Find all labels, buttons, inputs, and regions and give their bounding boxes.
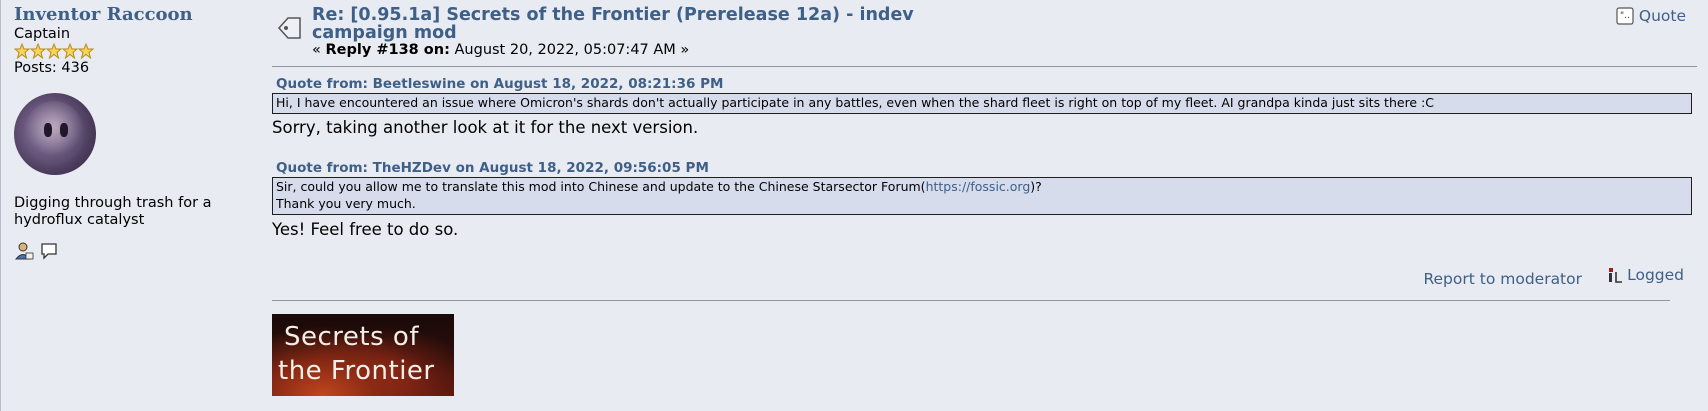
quote-header-link[interactable]: Quote from: TheHZDev on August 18, 2022,…: [276, 160, 709, 176]
signature-banner: Secrets of the Frontier: [272, 314, 454, 396]
star-icon: [30, 43, 46, 59]
topic-icon: [276, 14, 304, 42]
reply-prefix: «: [312, 42, 321, 58]
rank-stars: [14, 43, 254, 59]
signature-line1: Secrets of: [284, 322, 419, 352]
signature-divider: [272, 300, 1670, 301]
quote-text: )?: [1030, 179, 1042, 194]
quote-icon: "..: [1616, 7, 1634, 25]
quote-block: Hi, I have encountered an issue where Om…: [272, 93, 1692, 114]
star-icon: [62, 43, 78, 59]
star-icon: [14, 43, 30, 59]
fossic-link[interactable]: https://fossic.org: [926, 179, 1031, 194]
report-to-moderator-link[interactable]: Report to moderator: [1423, 270, 1582, 288]
poster-icons: [14, 241, 254, 261]
post-count: Posts: 436: [14, 60, 90, 76]
poster-name-link[interactable]: Inventor Raccoon: [14, 6, 254, 24]
personal-message-icon[interactable]: [39, 241, 59, 261]
quote-header-link[interactable]: Quote from: Beetleswine on August 18, 20…: [276, 76, 723, 92]
header-divider: [272, 66, 1697, 67]
quote-label: Quote: [1638, 7, 1686, 25]
logged-indicator: Logged: [1607, 266, 1684, 284]
avatar: [14, 93, 96, 175]
quote-button[interactable]: ".. Quote: [1616, 7, 1686, 25]
reply-number: Reply #138 on:: [325, 42, 450, 58]
reply-suffix: »: [680, 42, 690, 58]
quote-text-line2: Thank you very much.: [276, 196, 416, 211]
reply-date: August 20, 2022, 05:07:47 AM: [454, 42, 676, 58]
quote-block: Sir, could you allow me to translate thi…: [272, 177, 1692, 215]
left-border: [0, 0, 1, 411]
ip-icon: [1609, 268, 1623, 283]
personal-text: Digging through trash for a hydroflux ca…: [14, 195, 212, 228]
reply-info: « Reply #138 on: August 20, 2022, 05:07:…: [312, 42, 689, 58]
logged-label: Logged: [1627, 266, 1684, 284]
post-subject-link[interactable]: Re: [0.95.1a] Secrets of the Frontier (P…: [312, 6, 952, 42]
svg-text:"..: "..: [1620, 11, 1630, 21]
poster-info: Inventor Raccoon Captain Posts: 436 Digg…: [14, 6, 254, 261]
poster-rank: Captain: [14, 26, 71, 42]
reply-text: Sorry, taking another look at it for the…: [272, 118, 699, 137]
star-icon: [46, 43, 62, 59]
signature-line2: the Frontier: [278, 356, 435, 386]
profile-icon[interactable]: [14, 241, 34, 261]
star-icon: [78, 43, 94, 59]
reply-text: Yes! Feel free to do so.: [272, 220, 459, 239]
quote-text: Sir, could you allow me to translate thi…: [276, 179, 926, 194]
